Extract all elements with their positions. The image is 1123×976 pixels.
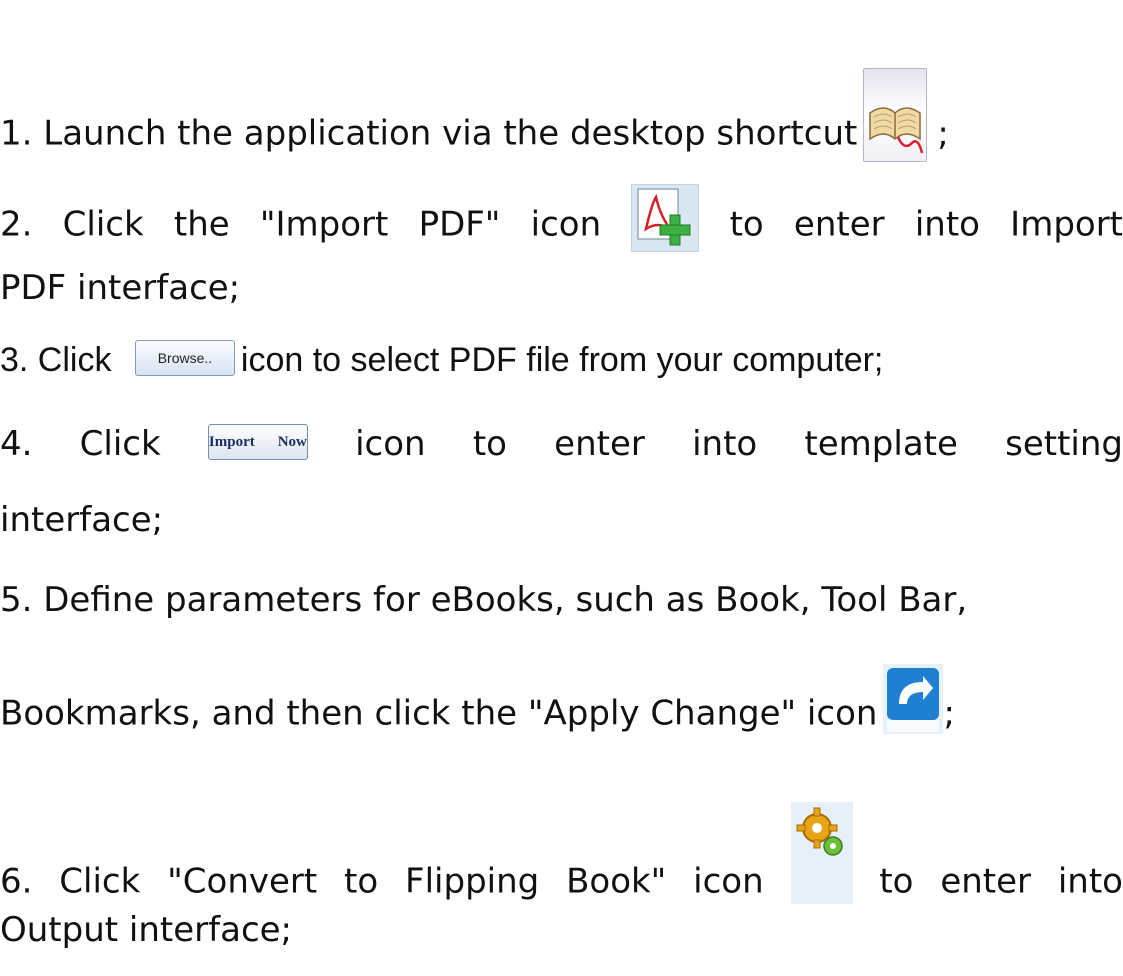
step-6-continuation: Output interface; bbox=[0, 910, 293, 950]
step-2-continuation: PDF interface; bbox=[0, 268, 241, 308]
apply-change-icon[interactable] bbox=[883, 664, 944, 734]
step-5-line2: Bookmarks, and then click the "Apply Cha… bbox=[0, 664, 955, 750]
step-2-text-after: to enter into Import bbox=[729, 204, 1123, 245]
step-2: 2. Click the "Import PDF" icon to enter … bbox=[0, 184, 1123, 260]
step-1-end: ; bbox=[937, 113, 949, 154]
step-3-text: 3. Click bbox=[0, 341, 112, 379]
step-2-text: 2. Click the "Import PDF" icon bbox=[0, 204, 602, 245]
step-6-text-after: to enter into bbox=[879, 861, 1123, 902]
book-icon[interactable] bbox=[863, 68, 928, 162]
step-6-text: 6. Click "Convert to Flipping Book" icon bbox=[0, 861, 764, 902]
step-4-text: 4. Click bbox=[0, 424, 161, 464]
step-3: 3. Click Browse.. icon to select PDF file… bbox=[0, 340, 883, 380]
import-pdf-icon[interactable] bbox=[631, 184, 700, 252]
convert-icon[interactable] bbox=[790, 802, 853, 904]
step-5-end: ; bbox=[943, 693, 955, 734]
step-1: 1. Launch the application via the deskto… bbox=[0, 68, 949, 182]
step-1-text: 1. Launch the application via the deskto… bbox=[0, 113, 858, 154]
step-3-text-after: icon to select PDF file from your comput… bbox=[240, 341, 884, 379]
step-5: 5. Define parameters for eBooks, such as… bbox=[0, 580, 967, 620]
step-5-text: Bookmarks, and then click the "Apply Cha… bbox=[0, 693, 878, 734]
step-4: 4. Click Import Now icon to enter into t… bbox=[0, 423, 1123, 464]
import-now-button[interactable]: Import Now bbox=[207, 423, 308, 460]
step-5-line1: 5. Define parameters for eBooks, such as… bbox=[0, 580, 968, 620]
browse-button[interactable]: Browse.. bbox=[134, 340, 235, 377]
step-4-continuation: interface; bbox=[0, 500, 164, 540]
step-4-text-after: icon to enter into template setting bbox=[355, 424, 1123, 464]
